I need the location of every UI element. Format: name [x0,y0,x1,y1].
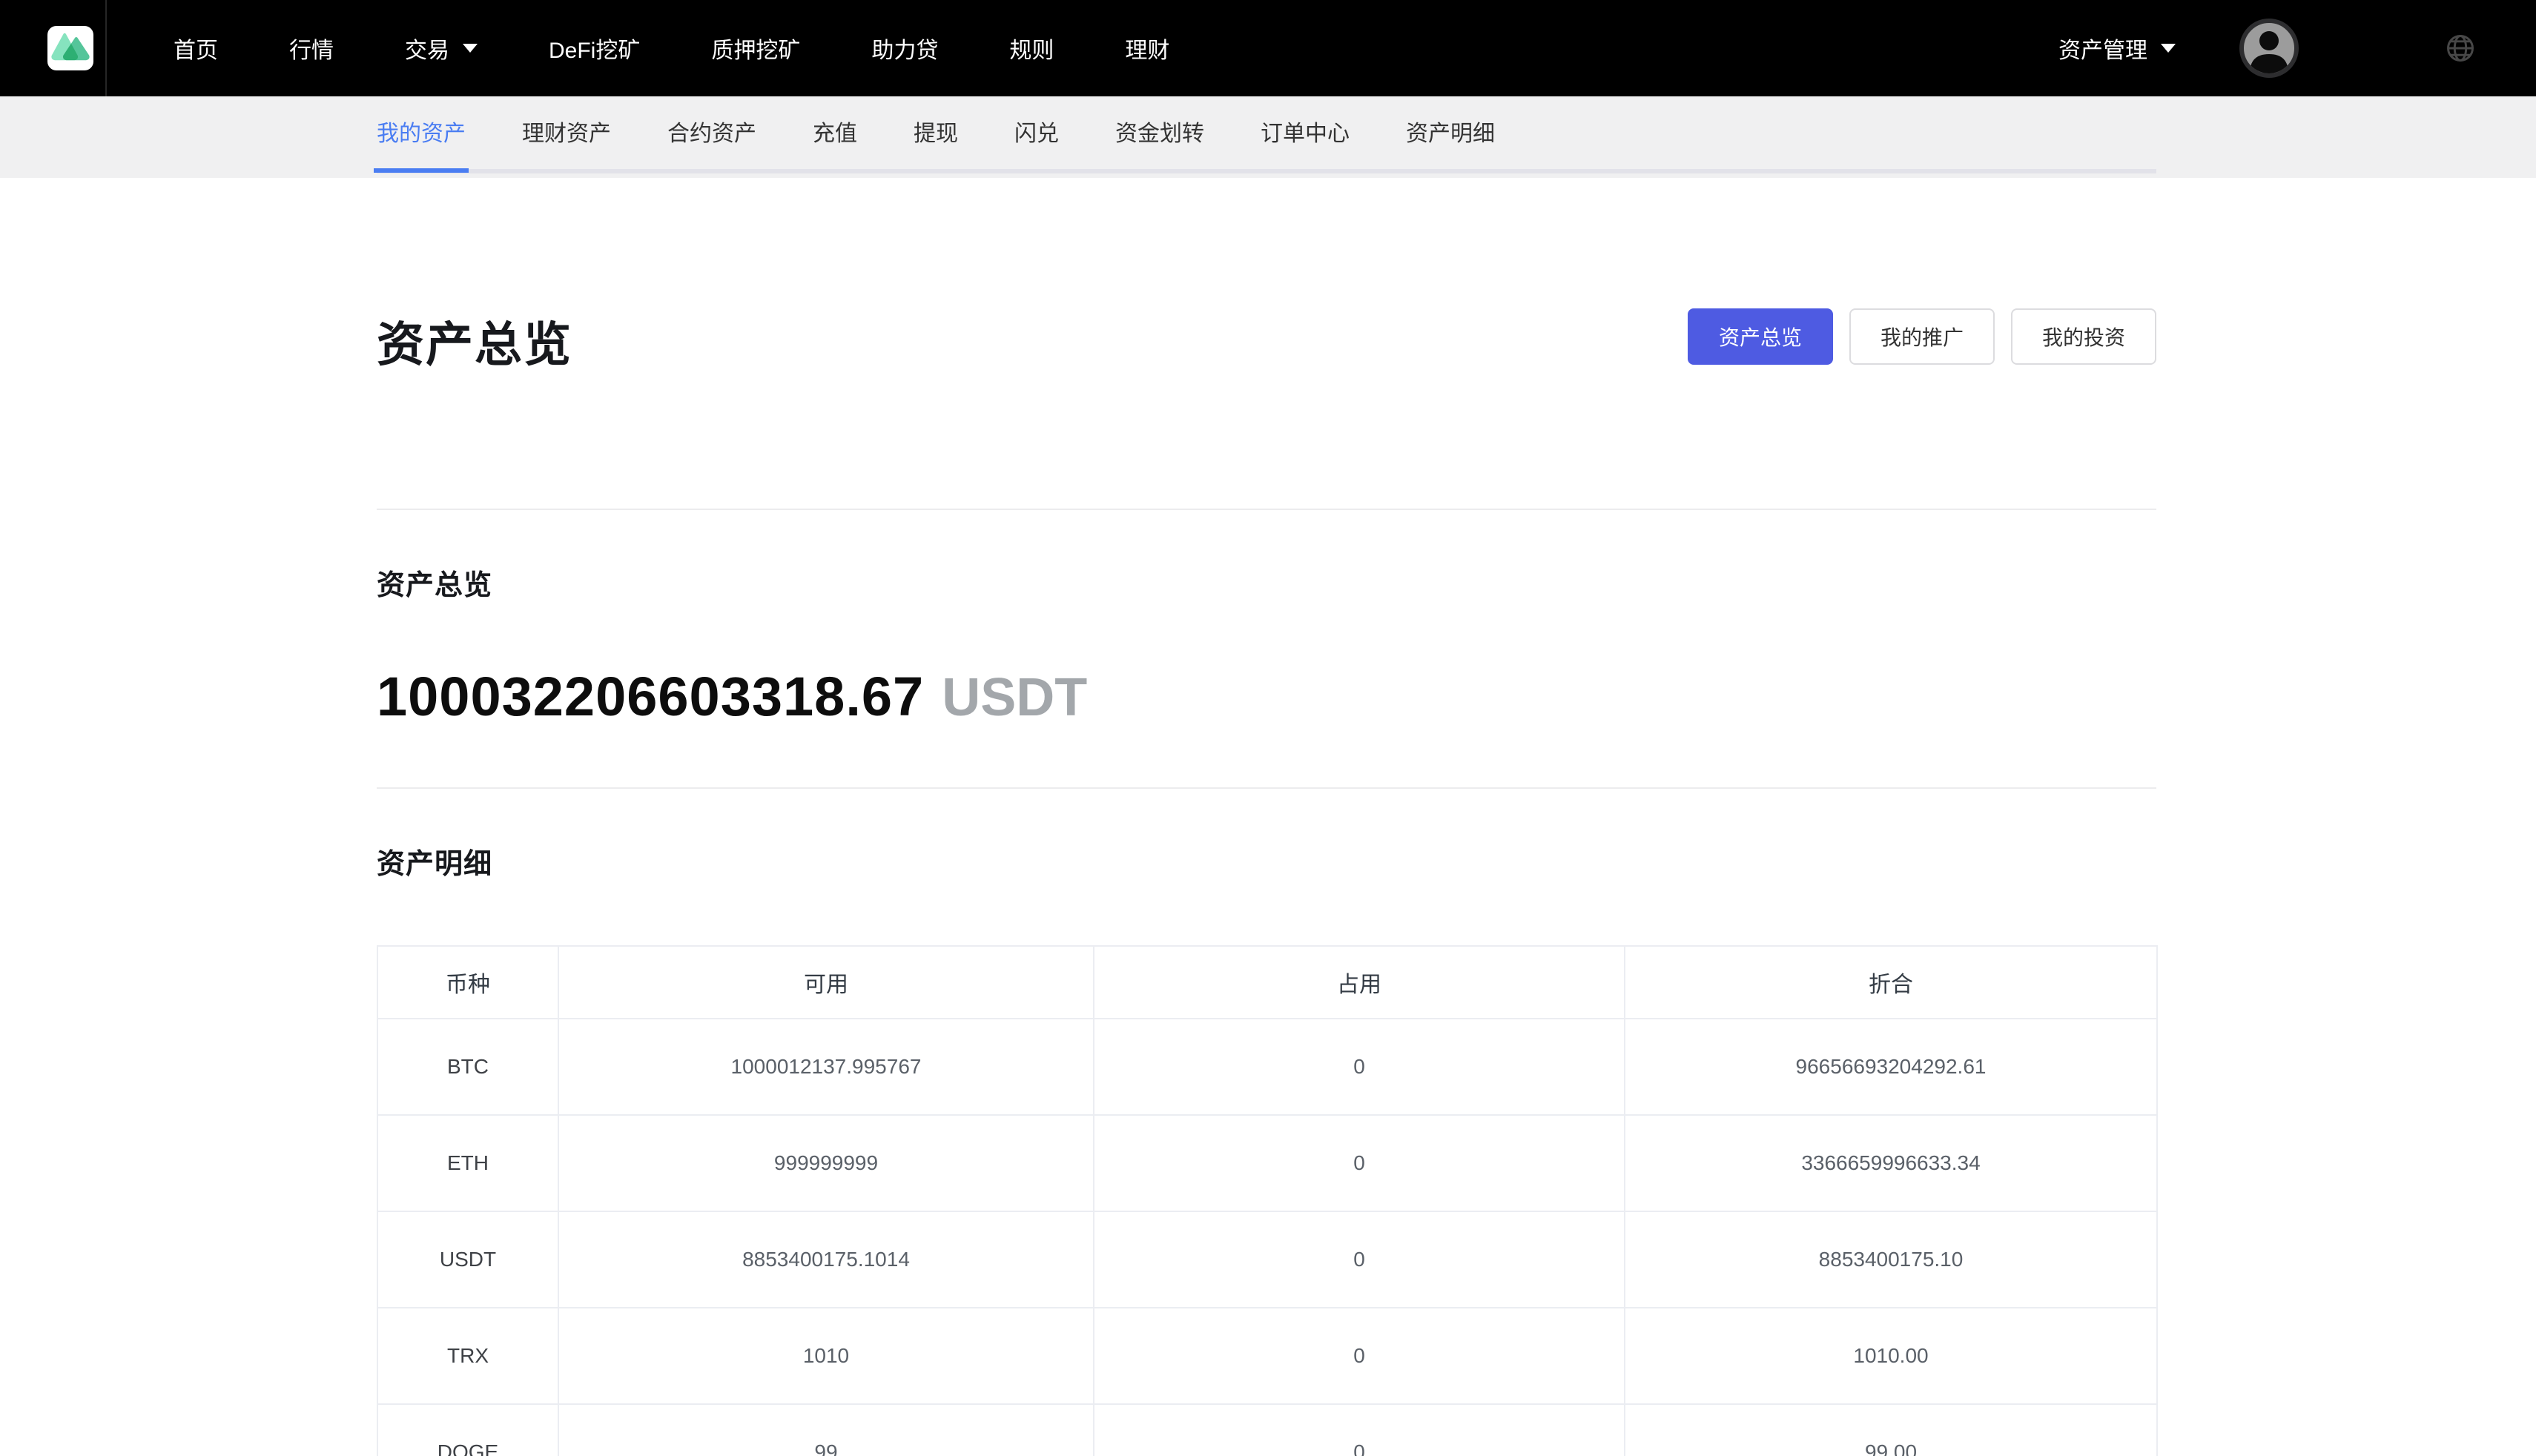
asset-overview-button[interactable]: 资产总览 [1688,308,1833,365]
subnav-tabs: 我的资产 理财资产 合约资产 充值 提现 闪兑 资金划转 订单中心 资产明细 [377,96,2156,178]
avatar[interactable] [2239,19,2299,78]
col-header-frozen: 占用 [1094,946,1625,1019]
tab-asset-detail[interactable]: 资产明细 [1406,115,1495,148]
chevron-down-icon [2161,44,2176,53]
available-value: 1000012137.995767 [558,1019,1094,1115]
tab-withdraw[interactable]: 提现 [914,115,958,148]
overview-section: 资产总览 100032206603318.67 USDT [377,562,2156,728]
available-value: 1010 [558,1308,1094,1404]
total-asset-amount: 100032206603318.67 [377,665,924,728]
coin-name: USDT [377,1211,558,1308]
asset-table: 币种 可用 占用 折合 BTC 1000012137.995767 0 9665… [377,945,2158,1456]
page-title: 资产总览 [377,307,572,375]
col-header-available: 可用 [558,946,1094,1019]
mountain-logo-icon [51,30,90,66]
converted-value: 1010.00 [1625,1308,2157,1404]
table-row: BTC 1000012137.995767 0 96656693204292.6… [377,1019,2157,1115]
col-header-converted: 折合 [1625,946,2157,1019]
coin-name: ETH [377,1115,558,1211]
table-header-row: 币种 可用 占用 折合 [377,946,2157,1019]
asset-management-label: 资产管理 [2058,32,2147,64]
converted-value: 99.00 [1625,1404,2157,1456]
main-nav: 首页 行情 交易 DeFi挖矿 质押挖矿 助力贷 规则 理财 [174,32,1169,64]
chevron-down-icon [463,44,478,53]
available-value: 999999999 [558,1115,1094,1211]
frozen-value: 0 [1094,1115,1625,1211]
divider [377,787,2156,789]
available-value: 99 [558,1404,1094,1456]
tab-contract-assets[interactable]: 合约资产 [667,115,756,148]
converted-value: 3366659996633.34 [1625,1115,2157,1211]
nav-item-markets[interactable]: 行情 [289,32,334,64]
frozen-value: 0 [1094,1019,1625,1115]
page: 首页 行情 交易 DeFi挖矿 质押挖矿 助力贷 规则 理财 资产管理 [0,0,2536,1456]
frozen-value: 0 [1094,1211,1625,1308]
total-asset-currency: USDT [942,667,1087,728]
asset-subnav: 我的资产 理财资产 合约资产 充值 提现 闪兑 资金划转 订单中心 资产明细 [0,96,2536,178]
converted-value: 8853400175.10 [1625,1211,2157,1308]
converted-value: 96656693204292.61 [1625,1019,2157,1115]
tab-my-assets[interactable]: 我的资产 [377,115,466,148]
navbar-divider [105,0,107,96]
tab-order-center[interactable]: 订单中心 [1261,115,1350,148]
tab-flash-swap[interactable]: 闪兑 [1014,115,1059,148]
nav-item-home[interactable]: 首页 [174,32,218,64]
coin-name: TRX [377,1308,558,1404]
my-investment-button[interactable]: 我的投资 [2011,308,2156,365]
nav-item-rules[interactable]: 规则 [1009,32,1054,64]
total-assets: 100032206603318.67 USDT [377,665,2156,728]
main-content: 资产总览 资产总览 我的推广 我的投资 资产总览 100032206603318… [377,307,2156,1456]
top-navbar: 首页 行情 交易 DeFi挖矿 质押挖矿 助力贷 规则 理财 资产管理 [0,0,2536,96]
details-section: 资产明细 币种 可用 占用 折合 BTC 1000012137.995767 [377,841,2156,1456]
nav-item-wealth[interactable]: 理财 [1125,32,1169,64]
coin-name: BTC [377,1019,558,1115]
overview-section-title: 资产总览 [377,562,2156,603]
my-promotion-button[interactable]: 我的推广 [1849,308,1995,365]
nav-item-loan[interactable]: 助力贷 [871,32,938,64]
navbar-right: 资产管理 [2058,19,2536,78]
tab-fund-transfer[interactable]: 资金划转 [1115,115,1204,148]
nav-item-trade[interactable]: 交易 [405,32,478,64]
frozen-value: 0 [1094,1308,1625,1404]
nav-item-trade-label: 交易 [405,32,449,64]
coin-name: DOGE [377,1404,558,1456]
page-actions: 资产总览 我的推广 我的投资 [1688,308,2156,365]
table-row: ETH 999999999 0 3366659996633.34 [377,1115,2157,1211]
frozen-value: 0 [1094,1404,1625,1456]
available-value: 8853400175.1014 [558,1211,1094,1308]
table-row: DOGE 99 0 99.00 [377,1404,2157,1456]
asset-management-menu[interactable]: 资产管理 [2058,32,2176,64]
divider [377,509,2156,510]
col-header-coin: 币种 [377,946,558,1019]
details-section-title: 资产明细 [377,841,2156,881]
nav-item-defi-mining[interactable]: DeFi挖矿 [549,32,640,64]
nav-item-staking[interactable]: 质押挖矿 [711,32,800,64]
table-row: USDT 8853400175.1014 0 8853400175.10 [377,1211,2157,1308]
table-row: TRX 1010 0 1010.00 [377,1308,2157,1404]
tab-wealth-assets[interactable]: 理财资产 [522,115,611,148]
brand-logo[interactable] [47,26,93,70]
tab-deposit[interactable]: 充值 [813,115,857,148]
user-icon [2244,23,2294,73]
globe-icon[interactable] [2444,32,2477,64]
